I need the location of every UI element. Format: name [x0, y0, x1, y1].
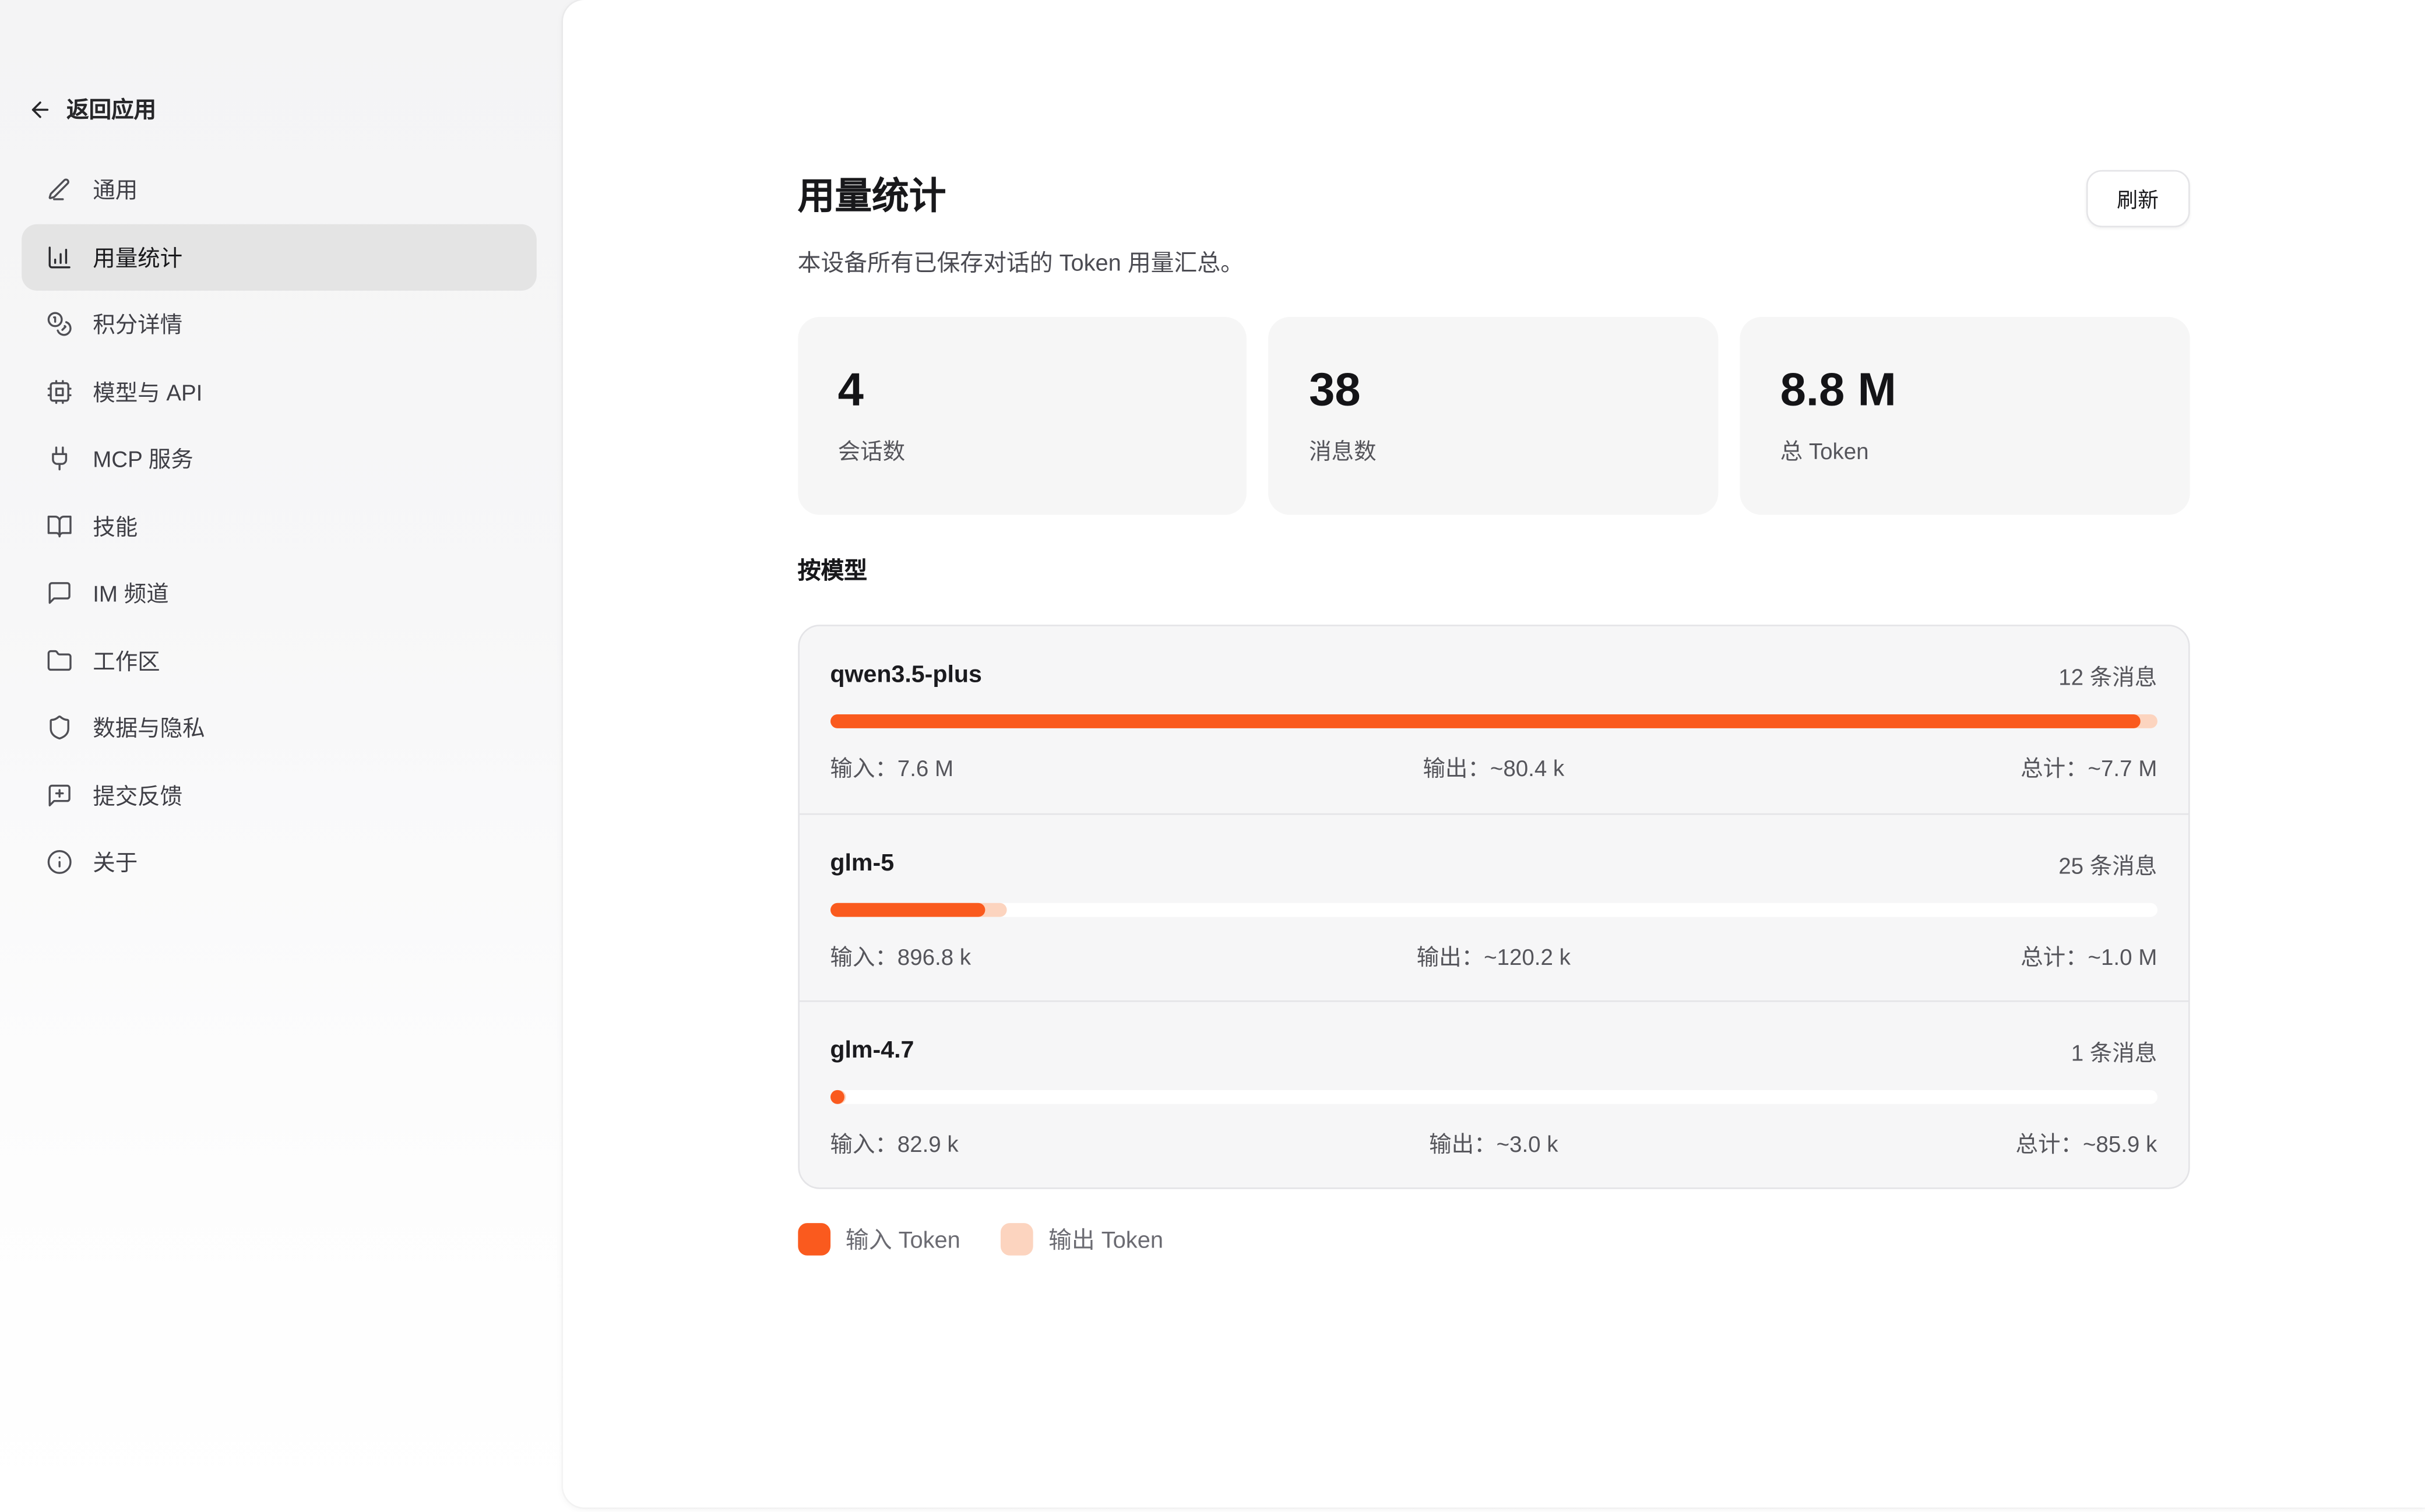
sessions-label: 会话数	[838, 435, 1207, 467]
message-square-plus-icon	[47, 782, 73, 808]
model-message-count: 25 条消息	[2058, 848, 2157, 881]
model-output-tokens: 输出：~80.4 k	[1272, 755, 1715, 785]
by-model-section-title: 按模型	[798, 555, 2190, 588]
input-token-segment	[830, 1090, 844, 1104]
messages-label: 消息数	[1309, 435, 1678, 467]
folder-icon	[47, 647, 73, 674]
summary-cards: 4 会话数 38 消息数 8.8 M 总 Token	[798, 317, 2190, 515]
sidebar-item-label: 用量统计	[93, 241, 182, 273]
back-to-app-button[interactable]: 返回应用	[28, 93, 156, 125]
token-legend: 输入 Token 输出 Token	[798, 1223, 2190, 1256]
app-window: 返回应用 通用 用量统计 积分详情 模型与 API MCP 服务	[0, 0, 2425, 1512]
settings-sidebar: 返回应用 通用 用量统计 积分详情 模型与 API MCP 服务	[0, 0, 563, 1512]
model-name: qwen3.5-plus	[830, 662, 982, 690]
model-output-tokens: 输出：~3.0 k	[1272, 1130, 1715, 1161]
model-message-count: 1 条消息	[2071, 1035, 2157, 1068]
arrow-left-icon	[28, 97, 52, 121]
back-label: 返回应用	[66, 93, 156, 125]
model-row: glm-4.7 1 条消息 输入：82.9 k 输出：~3.0 k 总计：~85…	[799, 1000, 2188, 1187]
book-open-icon	[47, 513, 73, 539]
legend-input-label: 输入 Token	[846, 1223, 960, 1256]
shield-icon	[47, 715, 73, 741]
sidebar-item-label: 积分详情	[93, 308, 182, 341]
total-tokens-count: 8.8 M	[1780, 360, 2149, 422]
sidebar-item-label: 关于	[93, 846, 138, 879]
page-title: 用量统计	[798, 167, 946, 229]
sidebar-item-mcp[interactable]: MCP 服务	[22, 425, 537, 492]
model-input-tokens: 输入：896.8 k	[830, 943, 1272, 974]
legend-input-token: 输入 Token	[798, 1223, 960, 1256]
sidebar-item-label: 模型与 API	[93, 375, 202, 408]
sessions-count: 4	[838, 360, 1207, 422]
sidebar-item-label: IM 频道	[93, 577, 168, 609]
summary-card-total-tokens: 8.8 M 总 Token	[1740, 317, 2190, 515]
sidebar-item-label: 提交反馈	[93, 779, 182, 812]
model-input-tokens: 输入：82.9 k	[830, 1130, 1272, 1161]
model-row: qwen3.5-plus 12 条消息 输入：7.6 M 输出：~80.4 k …	[799, 626, 2188, 813]
model-total-tokens: 总计：~85.9 k	[1715, 1130, 2157, 1161]
output-token-swatch	[1001, 1223, 1033, 1256]
legend-output-token: 输出 Token	[1001, 1223, 1163, 1256]
message-square-icon	[47, 580, 73, 607]
model-output-tokens: 输出：~120.2 k	[1272, 943, 1715, 974]
token-usage-bar	[830, 714, 2157, 728]
token-usage-bar	[830, 903, 2157, 917]
input-token-swatch	[798, 1223, 830, 1256]
input-token-segment	[830, 903, 985, 917]
info-icon	[47, 850, 73, 876]
page-header: 用量统计 刷新	[798, 0, 2190, 229]
chart-column-icon	[47, 244, 73, 270]
sidebar-item-data-privacy[interactable]: 数据与隐私	[22, 695, 537, 762]
sidebar-item-skills[interactable]: 技能	[22, 492, 537, 559]
pen-line-icon	[47, 177, 73, 203]
sidebar-item-feedback[interactable]: 提交反馈	[22, 762, 537, 829]
sidebar-item-models-api[interactable]: 模型与 API	[22, 358, 537, 425]
sidebar-item-usage-stats[interactable]: 用量统计	[22, 223, 537, 290]
cpu-icon	[47, 378, 73, 404]
page-subtitle: 本设备所有已保存对话的 Token 用量汇总。	[798, 248, 2190, 280]
sidebar-nav: 通用 用量统计 积分详情 模型与 API MCP 服务 技能	[22, 156, 537, 896]
summary-card-sessions: 4 会话数	[798, 317, 1247, 515]
sidebar-item-label: MCP 服务	[93, 443, 193, 475]
sidebar-item-label: 数据与隐私	[93, 711, 205, 744]
sidebar-item-label: 通用	[93, 174, 138, 206]
by-model-panel: qwen3.5-plus 12 条消息 输入：7.6 M 输出：~80.4 k …	[798, 625, 2190, 1189]
model-input-tokens: 输入：7.6 M	[830, 755, 1272, 785]
summary-card-messages: 38 消息数	[1269, 317, 1718, 515]
messages-count: 38	[1309, 360, 1678, 422]
model-message-count: 12 条消息	[2058, 660, 2157, 692]
sidebar-item-credits[interactable]: 积分详情	[22, 291, 537, 358]
sidebar-item-label: 技能	[93, 510, 138, 542]
refresh-button[interactable]: 刷新	[2086, 170, 2190, 227]
coins-icon	[47, 311, 73, 337]
sidebar-item-about[interactable]: 关于	[22, 829, 537, 896]
model-name: glm-5	[830, 851, 894, 879]
input-token-segment	[830, 714, 2141, 728]
main-panel: 用量统计 刷新 本设备所有已保存对话的 Token 用量汇总。 4 会话数 38…	[562, 0, 2425, 1507]
total-tokens-label: 总 Token	[1780, 435, 2149, 467]
model-name: glm-4.7	[830, 1038, 914, 1066]
model-total-tokens: 总计：~7.7 M	[1715, 755, 2157, 785]
sidebar-item-label: 工作区	[93, 644, 160, 677]
token-usage-bar	[830, 1090, 2157, 1104]
sidebar-item-workspace[interactable]: 工作区	[22, 627, 537, 694]
sidebar-item-im-channels[interactable]: IM 频道	[22, 560, 537, 627]
model-total-tokens: 总计：~1.0 M	[1715, 943, 2157, 974]
sidebar-item-general[interactable]: 通用	[22, 156, 537, 223]
plug-icon	[47, 446, 73, 472]
model-row: glm-5 25 条消息 输入：896.8 k 输出：~120.2 k 总计：~…	[799, 813, 2188, 1000]
legend-output-label: 输出 Token	[1048, 1223, 1163, 1256]
